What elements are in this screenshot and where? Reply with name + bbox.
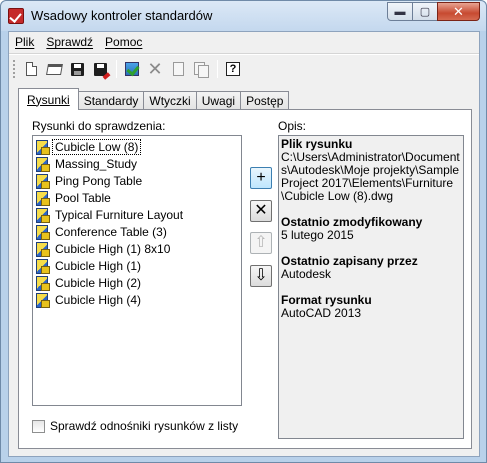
delete-button[interactable]: ✕	[144, 58, 166, 80]
close-button[interactable]: ✕	[437, 2, 480, 21]
tab-label: Wtyczki	[149, 94, 191, 108]
tab-postep[interactable]: Postęp	[240, 91, 290, 110]
description-box: Plik rysunku C:\Users\Administrator\Docu…	[278, 135, 464, 439]
drawing-list-item[interactable]: Cubicle High (1)	[35, 257, 239, 274]
drawings-list[interactable]: Cubicle Low (8) Massing_Study Ping Pong Ta…	[32, 135, 242, 406]
tab-standardy[interactable]: Standardy	[77, 91, 145, 110]
document-button[interactable]	[167, 58, 189, 80]
drawing-name: Conference Table (3)	[55, 224, 167, 239]
documents-icon	[194, 62, 209, 78]
tab-panel-rysunki: Rysunki do sprawdzenia: Cubicle Low (8) M…	[18, 109, 472, 449]
tab-uwagi[interactable]: Uwagi	[195, 91, 242, 110]
drawings-list-label: Rysunki do sprawdzenia:	[32, 119, 166, 133]
tab-label: Postęp	[246, 94, 284, 108]
drawing-list-item[interactable]: Ping Pong Table	[35, 172, 239, 189]
dwg-file-icon	[35, 173, 50, 189]
drawing-list-item[interactable]: Cubicle Low (8)	[35, 138, 239, 155]
dwg-file-icon	[35, 258, 50, 274]
drawing-name: Massing_Study	[55, 156, 138, 171]
open-button[interactable]	[43, 58, 65, 80]
minimize-button[interactable]: ▬	[387, 2, 413, 21]
delete-icon: ✕	[147, 59, 163, 79]
menu-separator	[9, 53, 479, 55]
dwg-file-icon	[35, 190, 50, 206]
add-drawing-button[interactable]: +	[250, 167, 272, 189]
menu-sprawdz[interactable]: Sprawdź	[46, 35, 93, 49]
move-up-button[interactable]: ⇧	[250, 232, 272, 254]
description-label: Opis:	[278, 119, 307, 133]
drawing-list-item[interactable]: Cubicle High (1) 8x10	[35, 240, 239, 257]
menu-plik[interactable]: Plik	[15, 35, 34, 49]
maximize-button[interactable]: ▢	[412, 2, 438, 21]
title-bar[interactable]: Wsadowy kontroler standardów ▬ ▢ ✕	[1, 1, 486, 31]
menu-bar: Plik Sprawdź Pomoc	[9, 32, 479, 52]
drawing-list-item[interactable]: Typical Furniture Layout	[35, 206, 239, 223]
drawing-list-item[interactable]: Cubicle High (2)	[35, 274, 239, 291]
check-references-option[interactable]: Sprawdź odnośniki rysunków z listy	[32, 419, 238, 433]
tab-label: Standardy	[83, 94, 139, 108]
move-down-button[interactable]: ⇩	[250, 265, 272, 287]
drawing-list-item[interactable]: Cubicle High (4)	[35, 291, 239, 308]
drawing-name: Cubicle Low (8)	[51, 138, 142, 155]
new-document-icon	[25, 62, 37, 76]
format-value: AutoCAD 2013	[281, 306, 362, 320]
help-button[interactable]: ?	[222, 58, 244, 80]
drawing-name: Cubicle High (4)	[55, 292, 142, 307]
modified-value: 5 lutego 2015	[281, 228, 354, 242]
drawing-name: Cubicle High (2)	[55, 275, 142, 290]
drawing-list-item[interactable]: Conference Table (3)	[35, 223, 239, 240]
tab-rysunki[interactable]: Rysunki	[18, 88, 79, 110]
tab-strip: Rysunki Standardy Wtyczki Uwagi Postęp	[18, 88, 290, 110]
drawing-name: Cubicle High (1)	[55, 258, 142, 273]
document-icon	[172, 62, 184, 76]
file-path-value: C:\Users\Administrator\Documents\Autodes…	[281, 150, 460, 203]
app-icon	[8, 8, 24, 24]
drawing-list-item[interactable]: Massing_Study	[35, 155, 239, 172]
save-button[interactable]	[66, 58, 88, 80]
menu-pomoc[interactable]: Pomoc	[105, 35, 142, 49]
window-controls: ▬ ▢ ✕	[387, 2, 480, 21]
save-as-button[interactable]	[89, 58, 111, 80]
tab-label: Rysunki	[27, 92, 70, 107]
dwg-file-icon	[35, 241, 50, 257]
start-check-icon	[125, 62, 139, 76]
drawing-name: Ping Pong Table	[55, 173, 143, 188]
toolbar-grip[interactable]	[13, 60, 16, 78]
start-check-button[interactable]	[121, 58, 143, 80]
dwg-file-icon	[35, 139, 50, 155]
saved-by-value: Autodesk	[281, 267, 332, 281]
open-folder-icon	[45, 63, 63, 75]
help-icon: ?	[226, 62, 240, 76]
dwg-file-icon	[35, 207, 50, 223]
toolbar: ✕ ?	[11, 56, 245, 82]
drawing-name: Cubicle High (1) 8x10	[55, 241, 171, 256]
remove-drawing-button[interactable]: ✕	[250, 200, 272, 222]
dwg-file-icon	[35, 156, 50, 172]
check-references-label: Sprawdź odnośniki rysunków z listy	[50, 419, 239, 433]
dwg-file-icon	[35, 292, 50, 308]
documents-button[interactable]	[190, 58, 212, 80]
dwg-file-icon	[35, 224, 50, 240]
check-references-checkbox[interactable]	[32, 419, 45, 433]
dialog-window: Wsadowy kontroler standardów ▬ ▢ ✕ Plik …	[0, 0, 487, 463]
drawing-list-item[interactable]: Pool Table	[35, 189, 239, 206]
window-title: Wsadowy kontroler standardów	[31, 8, 213, 23]
tab-wtyczki[interactable]: Wtyczki	[143, 91, 197, 110]
new-button[interactable]	[20, 58, 42, 80]
toolbar-separator	[116, 60, 117, 78]
dwg-file-icon	[35, 275, 50, 291]
drawing-name: Pool Table	[55, 190, 111, 205]
tab-label: Uwagi	[201, 94, 236, 108]
dialog-client: Plik Sprawdź Pomoc ✕ ? Rysunki Standardy…	[8, 31, 480, 457]
save-icon	[70, 62, 84, 76]
drawing-name: Typical Furniture Layout	[55, 207, 184, 222]
toolbar-separator	[217, 60, 218, 78]
save-as-icon	[93, 62, 107, 76]
